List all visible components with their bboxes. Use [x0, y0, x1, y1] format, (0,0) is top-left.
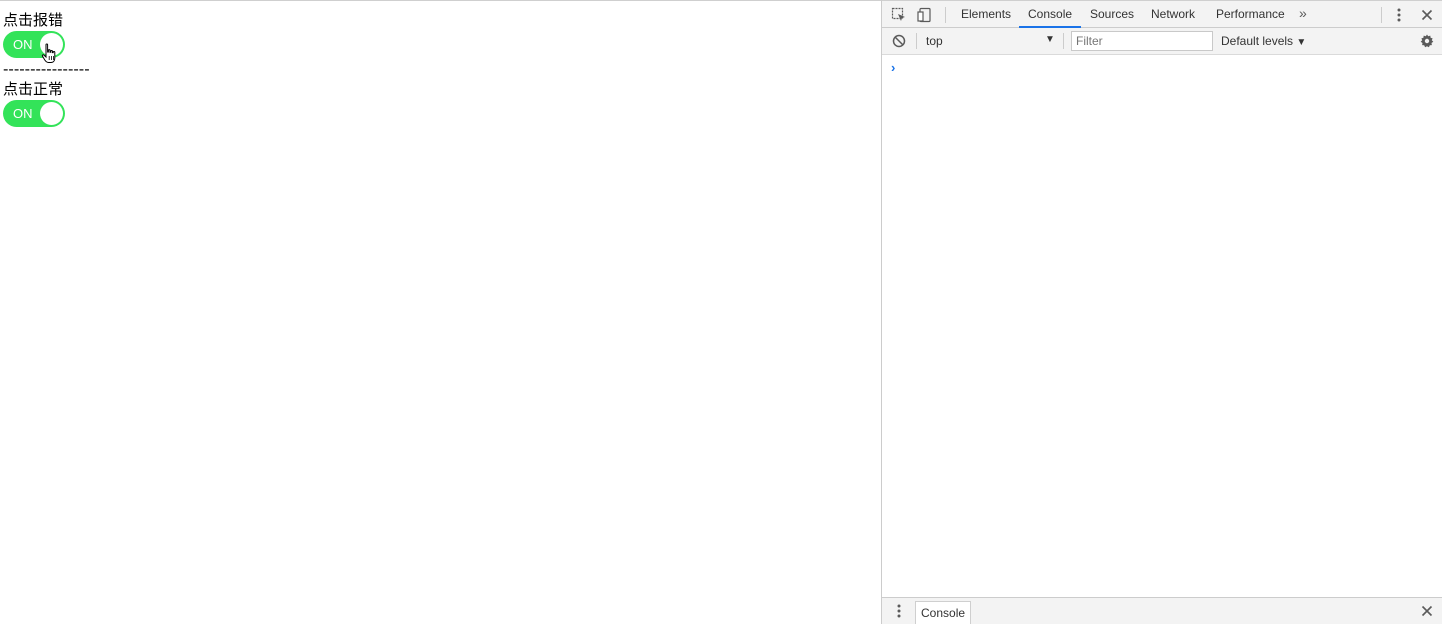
- devtools-drawer: Console: [882, 597, 1442, 624]
- tab-sources[interactable]: Sources: [1081, 1, 1143, 28]
- tab-performance[interactable]: Performance: [1207, 1, 1294, 28]
- device-toolbar-icon[interactable]: [916, 6, 934, 24]
- console-toolbar: top ▼ Default levels ▼: [882, 28, 1442, 55]
- more-tabs-icon[interactable]: »: [1299, 5, 1307, 21]
- inspect-element-icon[interactable]: [890, 6, 908, 24]
- tab-elements[interactable]: Elements: [952, 1, 1020, 28]
- switch-on-text: ON: [13, 106, 33, 121]
- log-levels-label: Default levels: [1221, 34, 1294, 48]
- context-dropdown-arrow-icon[interactable]: ▼: [1045, 34, 1055, 45]
- tab-network[interactable]: Network: [1142, 1, 1204, 28]
- drawer-tab-console[interactable]: Console: [915, 601, 972, 624]
- close-devtools-icon[interactable]: [1418, 6, 1436, 24]
- devtools-panel: Elements Console Sources Network Perform…: [881, 0, 1442, 624]
- toolbar-separator: [1063, 33, 1064, 49]
- toggle-normal-switch[interactable]: ON: [3, 100, 65, 127]
- console-prompt-icon[interactable]: ›: [891, 60, 895, 75]
- close-drawer-icon[interactable]: [1418, 602, 1436, 620]
- console-settings-gear-icon[interactable]: [1418, 32, 1436, 50]
- switch-knob: [40, 102, 63, 125]
- toolbar-separator: [916, 33, 917, 49]
- toggle-normal-label: 点击正常: [3, 80, 64, 98]
- devtools-tab-bar: Elements Console Sources Network Perform…: [882, 0, 1442, 28]
- switch-on-text: ON: [13, 37, 33, 52]
- levels-dropdown-arrow-icon: ▼: [1296, 37, 1307, 48]
- page-viewport: 点击报错 ON ---------------- 点击正常 ON: [0, 0, 881, 624]
- toggle-error-label: 点击报错: [3, 11, 64, 29]
- toolbar-separator: [1381, 7, 1382, 23]
- drawer-menu-icon[interactable]: [890, 602, 908, 620]
- toolbar-separator: [945, 7, 946, 23]
- console-filter-input[interactable]: [1071, 31, 1213, 51]
- clear-console-icon[interactable]: [890, 32, 908, 50]
- hand-pointer-cursor-icon: [41, 43, 56, 63]
- kebab-menu-icon[interactable]: [1390, 6, 1408, 24]
- tab-console[interactable]: Console: [1019, 1, 1082, 28]
- context-selector[interactable]: top: [926, 34, 943, 48]
- log-levels-dropdown[interactable]: Default levels ▼: [1221, 34, 1306, 48]
